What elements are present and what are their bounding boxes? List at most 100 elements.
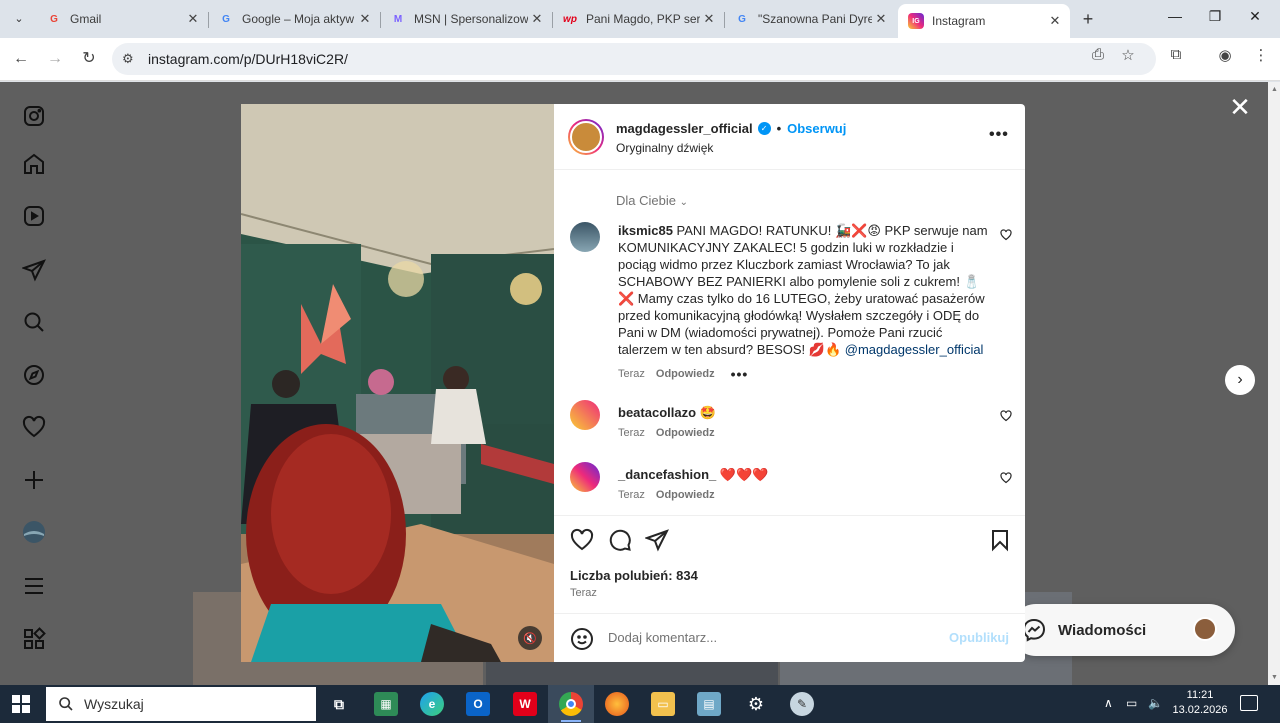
like-comment-heart-icon[interactable]	[1000, 410, 1012, 422]
tab-instagram[interactable]: IG Instagram ✕	[898, 4, 1070, 38]
file-explorer-icon[interactable]: ▭	[651, 692, 675, 716]
windows-start-icon[interactable]	[12, 695, 30, 713]
back-icon[interactable]: ←	[10, 48, 32, 70]
store-icon[interactable]: ▦	[374, 692, 398, 716]
home-icon[interactable]	[22, 152, 46, 176]
publish-button[interactable]: Opublikuj	[949, 630, 1009, 645]
reply-button[interactable]: Odpowiedz	[656, 427, 715, 439]
instagram-logo-icon[interactable]	[22, 104, 46, 128]
maximize-icon[interactable]: ❐	[1205, 8, 1225, 25]
notifications-heart-icon[interactable]	[22, 415, 46, 439]
ig-sidebar	[0, 82, 68, 685]
taskbar-clock[interactable]: 11:21 13.02.2026	[1170, 688, 1230, 718]
messages-avatar	[1193, 617, 1217, 641]
author-avatar[interactable]	[568, 119, 604, 155]
tray-expand-icon[interactable]: ∧	[1104, 696, 1113, 710]
tab-wp[interactable]: wp Pani Magdo, PKP ser ✕	[552, 4, 725, 34]
tab-title: Gmail	[70, 12, 102, 26]
outlook-icon[interactable]: O	[466, 692, 490, 716]
taskbar-search[interactable]: Wyszukaj	[46, 687, 316, 721]
add-comment-input[interactable]: Dodaj komentarz...	[608, 630, 717, 645]
comments-filter-dropdown[interactable]: Dla Ciebie ⌄	[616, 193, 688, 208]
more-options-icon[interactable]: •••	[989, 126, 1009, 144]
close-tab-icon[interactable]: ✕	[528, 11, 546, 27]
close-tab-icon[interactable]: ✕	[184, 11, 202, 27]
tab-google-activity[interactable]: G Google – Moja aktyw ✕	[208, 4, 381, 34]
task-view-icon[interactable]: ⧉	[327, 692, 351, 716]
audio-label[interactable]: Oryginalny dźwięk	[616, 141, 713, 155]
close-window-icon[interactable]: ✕	[1245, 8, 1265, 25]
url-text[interactable]: instagram.com/p/DUrH18viC2R/	[148, 51, 348, 67]
close-tab-icon[interactable]: ✕	[700, 11, 718, 27]
commenter-username[interactable]: _dancefashion_	[618, 467, 716, 482]
scroll-down-icon[interactable]: ▼	[1271, 674, 1278, 681]
also-from-meta-icon[interactable]	[22, 627, 46, 651]
more-menu-icon[interactable]	[22, 574, 46, 598]
battery-icon[interactable]: ▭	[1126, 696, 1137, 710]
extensions-icon[interactable]: ⧉	[1165, 46, 1187, 63]
tab-msn[interactable]: M MSN | Spersonalizow ✕	[380, 4, 553, 34]
profile-avatar[interactable]	[22, 520, 46, 544]
install-app-icon[interactable]: ⎙	[1087, 46, 1109, 63]
commenter-avatar[interactable]	[570, 462, 600, 492]
commenter-avatar[interactable]	[570, 222, 600, 252]
close-tab-icon[interactable]: ✕	[872, 11, 890, 27]
mute-icon[interactable]: 🔇	[518, 626, 542, 650]
like-comment-heart-icon[interactable]	[1000, 472, 1012, 484]
page-scrollbar[interactable]: ▲ ▼	[1268, 82, 1280, 685]
share-send-icon[interactable]	[645, 528, 669, 552]
tab-gmail[interactable]: G Gmail ✕	[36, 4, 209, 34]
site-info-icon[interactable]: ⚙	[122, 51, 142, 67]
like-heart-icon[interactable]	[570, 528, 594, 552]
send-icon[interactable]	[22, 258, 46, 282]
clock-date: 13.02.2026	[1172, 704, 1228, 716]
notes-app-icon[interactable]: ▤	[697, 692, 721, 716]
search-icon[interactable]	[22, 310, 46, 334]
commenter-username[interactable]: iksmic85	[618, 223, 673, 238]
tab-google-search[interactable]: G "Szanowna Pani Dyre ✕	[724, 4, 896, 34]
reply-button[interactable]: Odpowiedz	[656, 489, 715, 501]
next-post-arrow-icon[interactable]: ›	[1225, 365, 1255, 395]
wps-icon[interactable]: W	[513, 692, 537, 716]
tab-search-icon[interactable]: ⌄	[8, 7, 30, 29]
comment-mention[interactable]: @magdagessler_official	[845, 342, 984, 357]
reload-icon[interactable]: ↻	[78, 48, 100, 70]
emoji-icon[interactable]	[570, 627, 594, 651]
author-username[interactable]: magdagessler_official	[616, 121, 753, 136]
save-bookmark-icon[interactable]	[988, 528, 1012, 552]
messenger-icon	[1022, 618, 1046, 642]
volume-icon[interactable]: 🔈	[1148, 696, 1163, 710]
minimize-icon[interactable]: —	[1165, 8, 1185, 24]
close-tab-icon[interactable]: ✕	[356, 11, 374, 27]
follow-button[interactable]: Obserwuj	[787, 121, 846, 136]
create-plus-icon[interactable]	[22, 468, 46, 492]
profile-icon[interactable]: ◉	[1214, 46, 1236, 64]
menu-icon[interactable]: ⋮	[1250, 46, 1272, 64]
messages-button[interactable]: Wiadomości	[1010, 604, 1235, 656]
notifications-icon[interactable]	[1240, 695, 1258, 711]
firefox-icon[interactable]	[605, 692, 629, 716]
tab-title: MSN | Spersonalizow	[414, 12, 528, 26]
chrome-icon[interactable]	[559, 692, 583, 716]
scroll-up-icon[interactable]: ▲	[1271, 86, 1278, 93]
commenter-username[interactable]: beatacollazo	[618, 405, 696, 420]
edge-icon[interactable]: e	[420, 692, 444, 716]
close-tab-icon[interactable]: ✕	[1046, 13, 1064, 29]
post-video[interactable]: 🔇	[241, 104, 554, 662]
explore-icon[interactable]	[22, 363, 46, 387]
close-modal-icon[interactable]: ✕	[1228, 94, 1252, 120]
comment-bubble-icon[interactable]	[608, 528, 632, 552]
reply-button[interactable]: Odpowiedz	[656, 368, 715, 380]
reels-icon[interactable]	[22, 204, 46, 228]
likes-count[interactable]: Liczba polubień: 834	[570, 568, 698, 583]
post-timestamp: Teraz	[570, 587, 597, 599]
new-tab-button[interactable]: +	[1078, 9, 1098, 30]
like-comment-heart-icon[interactable]	[1000, 229, 1012, 241]
address-bar[interactable]: ⚙ instagram.com/p/DUrH18viC2R/	[112, 43, 1156, 75]
forward-icon[interactable]: →	[44, 48, 66, 70]
comment-options-icon[interactable]: •••	[731, 366, 749, 382]
bookmark-star-icon[interactable]: ☆	[1117, 46, 1139, 64]
settings-gear-icon[interactable]: ⚙	[744, 692, 768, 716]
commenter-avatar[interactable]	[570, 400, 600, 430]
paint-app-icon[interactable]: ✎	[790, 692, 814, 716]
